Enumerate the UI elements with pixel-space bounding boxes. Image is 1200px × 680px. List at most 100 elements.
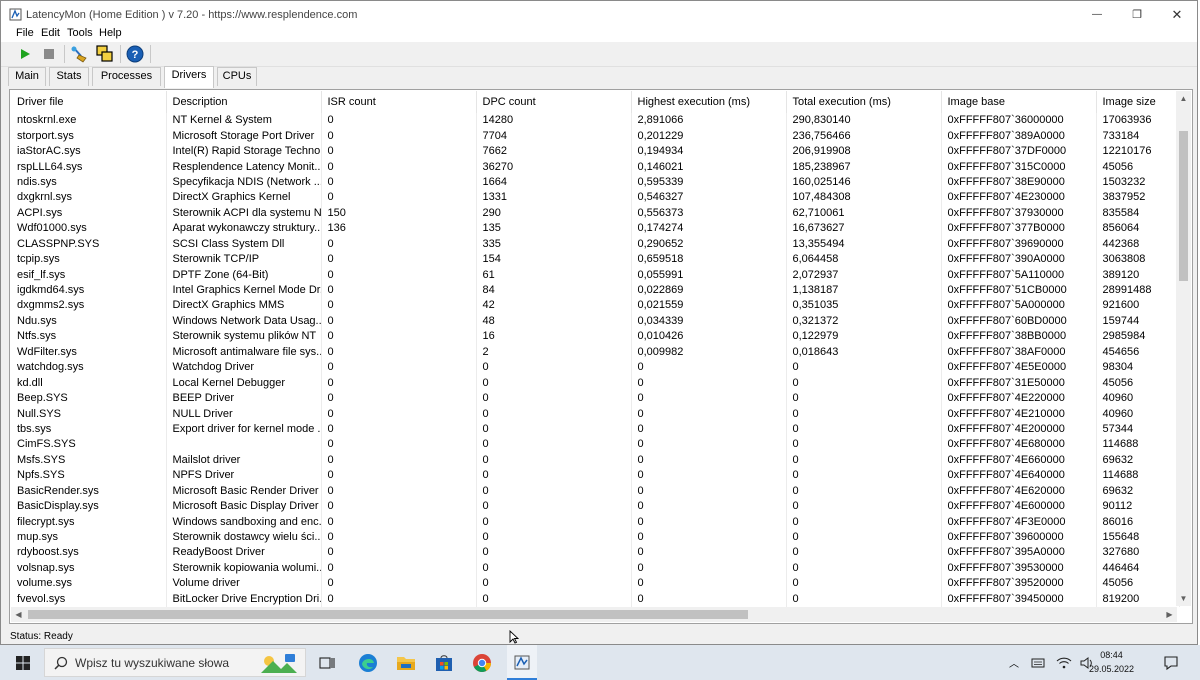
table-cell: 0 (321, 267, 477, 283)
table-row[interactable]: rdyboost.sys ReadyBoost Driver 0 0 0 0 0xFFFFF… (11, 545, 1180, 561)
table-cell: 733184 (1096, 128, 1180, 144)
windows-button[interactable] (95, 44, 115, 64)
table-cell: 0 (321, 545, 477, 561)
table-cell: 0xFFFFF807`37DF0000 (941, 143, 1097, 160)
table-cell: 0 (321, 529, 477, 546)
table-row[interactable]: ntoskrnl.exe NT Kernel & System 0 14280 2,89… (11, 113, 1180, 129)
maximize-button[interactable]: ❐ (1117, 1, 1157, 28)
table-cell: 28991488 (1096, 282, 1180, 299)
wifi-button[interactable] (1055, 645, 1073, 680)
horizontal-scroll-thumb[interactable] (28, 610, 748, 619)
table-row[interactable]: fvevol.sys BitLocker Drive Encryption Dri… (11, 591, 1180, 607)
table-row[interactable]: Null.SYS NULL Driver 0 0 0 0 0xFFFFF807`4E2100… (11, 406, 1180, 422)
tab-drivers[interactable]: Drivers (164, 66, 214, 88)
column-header[interactable]: DPC count (476, 91, 632, 113)
file-explorer-taskbar-button[interactable] (393, 645, 419, 680)
start-menu-button[interactable] (10, 645, 36, 680)
vertical-scroll-thumb[interactable] (1179, 131, 1188, 281)
table-row[interactable]: rspLLL64.sys Resplendence Latency Monit..… (11, 159, 1180, 175)
column-header[interactable]: Image base (941, 91, 1097, 113)
scroll-right-arrow-icon[interactable]: ▶ (1162, 607, 1177, 622)
table-row[interactable]: BasicRender.sys Microsoft Basic Render Dr… (11, 483, 1180, 499)
minimize-button[interactable]: — (1077, 1, 1117, 28)
close-button[interactable]: ✕ (1157, 1, 1197, 28)
stop-button[interactable] (39, 44, 59, 64)
store-taskbar-button[interactable] (431, 645, 457, 680)
table-row[interactable]: Npfs.SYS NPFS Driver 0 0 0 0 0xFFFFF807`4E6400… (11, 468, 1180, 484)
chrome-taskbar-button[interactable] (469, 645, 495, 680)
scroll-up-arrow-icon[interactable]: ▲ (1176, 91, 1191, 106)
table-cell: 114688 (1096, 468, 1180, 484)
table-cell: 0,122979 (786, 329, 942, 345)
table-cell: 0 (786, 560, 942, 577)
task-view-button[interactable] (315, 645, 339, 680)
table-row[interactable]: iaStorAC.sys Intel(R) Rapid Storage Techn… (11, 143, 1180, 160)
table-header-row: Driver file Description ISR count DPC count… (11, 91, 1180, 113)
help-button[interactable]: ? (125, 44, 145, 64)
language-keyboard-button[interactable] (1030, 645, 1048, 680)
menu-edit[interactable]: Edit (41, 27, 60, 39)
table-row[interactable]: volsnap.sys Sterownik kopiowania wolumi..… (11, 560, 1180, 577)
table-row[interactable]: ndis.sys Specyfikacja NDIS (Network ... 0 1… (11, 174, 1180, 191)
table-row[interactable]: Ntfs.sys Sterownik systemu plików NT 0 16 0,… (11, 329, 1180, 345)
table-row[interactable]: igdkmd64.sys Intel Graphics Kernel Mode D… (11, 282, 1180, 299)
table-row[interactable]: tcpip.sys Sterownik TCP/IP 0 154 0,659518 6,0… (11, 251, 1180, 268)
table-row[interactable]: tbs.sys Export driver for kernel mode ...… (11, 421, 1180, 438)
close-icon: ✕ (1171, 6, 1183, 22)
scroll-down-arrow-icon[interactable]: ▼ (1176, 591, 1191, 606)
table-row[interactable]: BasicDisplay.sys Microsoft Basic Display … (11, 498, 1180, 515)
table-row[interactable]: Ndu.sys Windows Network Data Usag... 0 48 0,… (11, 313, 1180, 330)
taskbar-search-box[interactable]: Wpisz tu wyszukiwane słowa (44, 648, 306, 677)
tab-main[interactable]: Main (8, 67, 46, 86)
table-cell: 0 (321, 174, 477, 191)
menu-tools[interactable]: Tools (67, 27, 93, 39)
table-cell: 1664 (476, 174, 632, 191)
tab-processes[interactable]: Processes (92, 67, 161, 86)
analyze-button[interactable] (69, 44, 89, 64)
title-bar[interactable]: LatencyMon (Home Edition ) v 7.20 - http… (1, 1, 1197, 28)
table-row[interactable]: WdFilter.sys Microsoft antimalware file s… (11, 344, 1180, 360)
column-header[interactable]: Highest execution (ms) (631, 91, 787, 113)
menu-help[interactable]: Help (99, 27, 122, 39)
table-cell: 36270 (476, 159, 632, 175)
tab-cpus[interactable]: CPUs (217, 67, 257, 86)
table-cell: Null.SYS (11, 406, 167, 422)
start-button[interactable] (15, 44, 35, 64)
column-header[interactable]: Total execution (ms) (786, 91, 942, 113)
table-row[interactable]: kd.dll Local Kernel Debugger 0 0 0 0 0xFFFFF80… (11, 375, 1180, 391)
table-row[interactable]: volume.sys Volume driver 0 0 0 0 0xFFFFF807`39… (11, 576, 1180, 592)
table-row[interactable]: ACPI.sys Sterownik ACPI dla systemu NT 150… (11, 205, 1180, 222)
menu-file[interactable]: File (16, 27, 34, 39)
table-row[interactable]: esif_lf.sys DPTF Zone (64-Bit) 0 61 0,055991… (11, 267, 1180, 283)
table-cell: Ndu.sys (11, 313, 167, 330)
table-row[interactable]: CimFS.SYS 0 0 0 0 0xFFFFF807`4E680000 114688 (11, 437, 1180, 453)
table-row[interactable]: storport.sys Microsoft Storage Port Drive… (11, 128, 1180, 144)
table-row[interactable]: Msfs.SYS Mailslot driver 0 0 0 0 0xFFFFF807`4E… (11, 452, 1180, 469)
latencymon-taskbar-button[interactable] (507, 645, 537, 680)
horizontal-scrollbar[interactable]: ◀ ▶ (11, 607, 1177, 622)
table-row[interactable]: Wdf01000.sys Aparat wykonawczy struktury.… (11, 221, 1180, 237)
notifications-button[interactable] (1158, 645, 1184, 680)
show-hidden-icons-button[interactable]: ︿ (1006, 645, 1022, 680)
column-header[interactable]: Driver file (11, 91, 167, 113)
table-row[interactable]: filecrypt.sys Windows sandboxing and enc.… (11, 514, 1180, 530)
column-header[interactable]: ISR count (321, 91, 477, 113)
table-cell: 0 (786, 406, 942, 422)
table-row[interactable]: mup.sys Sterownik dostawcy wielu ści... 0 0… (11, 529, 1180, 546)
vertical-scrollbar[interactable]: ▲ ▼ (1176, 91, 1191, 606)
table-cell: 0xFFFFF807`5A000000 (941, 298, 1097, 314)
table-row[interactable]: dxgkrnl.sys DirectX Graphics Kernel 0 1331 0… (11, 190, 1180, 206)
scroll-left-arrow-icon[interactable]: ◀ (11, 607, 26, 622)
column-header[interactable]: Image size (1096, 91, 1180, 113)
tab-stats[interactable]: Stats (49, 67, 89, 86)
table-cell: 0 (476, 421, 632, 438)
table-row[interactable]: watchdog.sys Watchdog Driver 0 0 0 0 0xFFFFF80… (11, 360, 1180, 376)
table-row[interactable]: dxgmms2.sys DirectX Graphics MMS 0 42 0,0215… (11, 298, 1180, 314)
edge-taskbar-button[interactable] (355, 645, 381, 680)
column-header[interactable]: Description (166, 91, 322, 113)
table-row[interactable]: Beep.SYS BEEP Driver 0 0 0 0 0xFFFFF807`4E2200… (11, 390, 1180, 407)
table-cell: NPFS Driver (166, 468, 322, 484)
drivers-list[interactable]: Driver file Description ISR count DPC count… (9, 89, 1193, 624)
table-row[interactable]: CLASSPNP.SYS SCSI Class System Dll 0 335 0,2… (11, 236, 1180, 252)
taskbar-clock[interactable]: 08:44 29.05.2022 (1089, 648, 1134, 676)
